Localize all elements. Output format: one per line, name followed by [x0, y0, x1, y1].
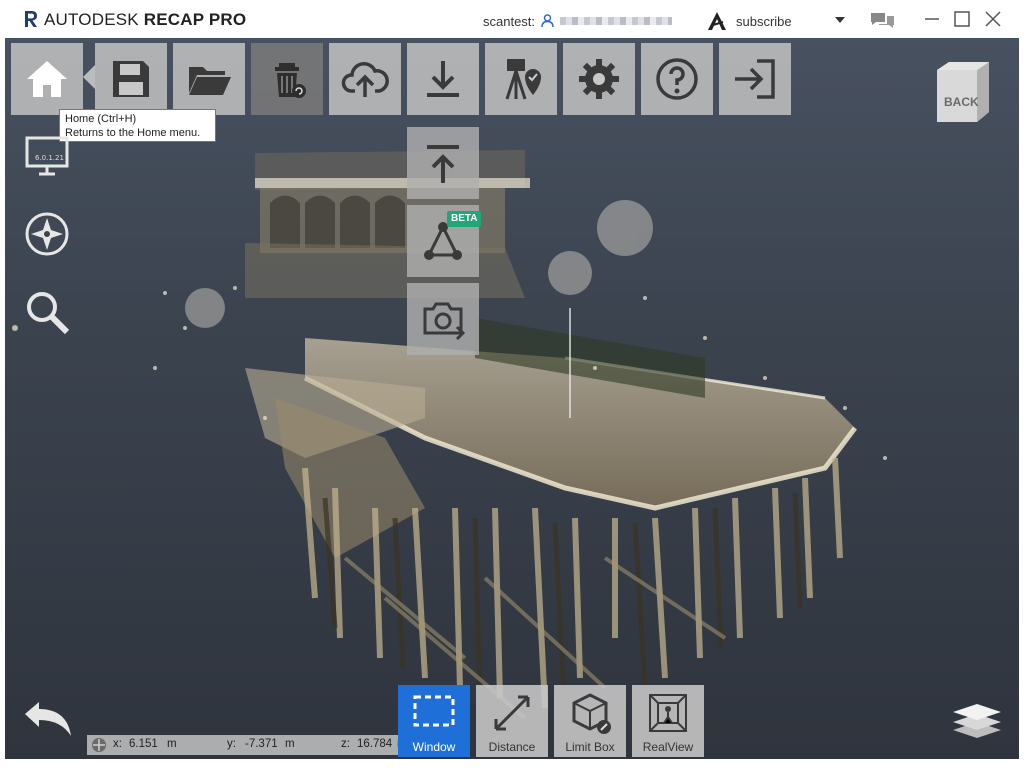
coord-z-label: z: [341, 738, 350, 750]
cloud-upload-icon [341, 62, 389, 97]
chevron-down-icon[interactable] [835, 16, 845, 24]
coordinate-target-icon [92, 738, 106, 752]
product-name: RECAP PRO [143, 10, 247, 29]
point-cloud-render[interactable] [5, 38, 1019, 759]
layers-icon[interactable] [949, 700, 1005, 742]
exit-icon [735, 59, 775, 99]
export-snapshot-item[interactable] [407, 283, 479, 355]
gear-icon [579, 59, 619, 99]
home-button[interactable] [11, 43, 83, 115]
subscribe-link[interactable]: subscribe [736, 14, 792, 29]
coord-y-unit: m [285, 738, 295, 750]
save-button[interactable] [95, 43, 167, 115]
undo-arrow-icon[interactable] [21, 700, 73, 740]
realview-label: RealView [642, 740, 694, 754]
upload-arrow-icon [427, 145, 459, 183]
export-button[interactable] [407, 43, 479, 115]
coord-y-value: -7.371 [245, 738, 278, 750]
realview-icon [649, 694, 687, 732]
home-button-pointer [83, 65, 95, 89]
chat-icon[interactable] [870, 11, 895, 31]
survey-button[interactable] [485, 43, 557, 115]
save-icon [113, 61, 149, 97]
app-title: AUTODESK RECAP PRO [44, 10, 246, 30]
search-icon[interactable] [23, 288, 71, 336]
autodesk-a-icon[interactable] [706, 11, 728, 31]
coord-y-label: y: [227, 738, 236, 750]
brand-name: AUTODESK [44, 10, 139, 29]
home-tooltip: Home (Ctrl+H) Returns to the Home menu. [59, 109, 216, 142]
user-icon[interactable] [541, 14, 554, 27]
folder-open-icon [189, 67, 231, 95]
coord-x-value: 6.151 [129, 738, 158, 750]
camera-export-icon [423, 302, 466, 341]
realview-button[interactable]: RealView [632, 685, 704, 757]
window-frame-right [1019, 38, 1024, 759]
window-select-button[interactable]: Window [398, 685, 470, 757]
recap-logo-icon [25, 11, 37, 27]
home-icon [27, 61, 67, 97]
recycle-bin-button[interactable] [251, 43, 323, 115]
version-label: 6.0.1.21 [35, 154, 64, 162]
beta-badge: BETA [447, 211, 482, 227]
settings-button[interactable] [563, 43, 635, 115]
limit-box-button[interactable]: Limit Box [554, 685, 626, 757]
window-select-label: Window [412, 740, 456, 754]
survey-point-icon [505, 59, 541, 100]
viewcube-face-label[interactable]: BACK [944, 95, 979, 109]
coord-z-value: 16.784 [357, 738, 393, 750]
minimize-icon[interactable] [922, 9, 942, 29]
export-upload-item[interactable] [407, 127, 479, 199]
distance-button[interactable]: Distance [476, 685, 548, 757]
title-bar: AUTODESK RECAP PRO scantest: subscribe [0, 0, 1024, 39]
distance-label: Distance [488, 740, 536, 754]
open-button[interactable] [173, 43, 245, 115]
exit-button[interactable] [719, 43, 791, 115]
tooltip-title: Home (Ctrl+H) [65, 113, 137, 125]
maximize-icon[interactable] [952, 9, 972, 29]
point-cloud-viewport[interactable]: Home (Ctrl+H) Returns to the Home menu. … [5, 38, 1019, 759]
coord-x-label: x: [113, 738, 122, 750]
coordinate-readout: x: 6.151 m y: -7.371 m z: 16.784 m [87, 735, 407, 755]
window-select-icon [413, 695, 455, 727]
upload-button[interactable] [329, 43, 401, 115]
coord-x-unit: m [167, 738, 177, 750]
distance-icon [494, 695, 530, 731]
window-frame-bottom [0, 759, 1024, 768]
user-label: scantest: [483, 14, 536, 29]
user-email-redacted [560, 17, 672, 25]
close-icon[interactable] [983, 9, 1003, 29]
view-cube[interactable] [931, 60, 991, 128]
cloud-building [245, 150, 530, 298]
help-icon [656, 58, 698, 100]
limit-box-label: Limit Box [565, 740, 615, 754]
limit-box-icon [572, 693, 611, 734]
trash-restore-icon [275, 63, 306, 98]
help-button[interactable] [641, 43, 713, 115]
tooltip-description: Returns to the Home menu. [65, 127, 201, 139]
compass-icon[interactable] [23, 210, 71, 258]
download-icon [427, 61, 459, 97]
